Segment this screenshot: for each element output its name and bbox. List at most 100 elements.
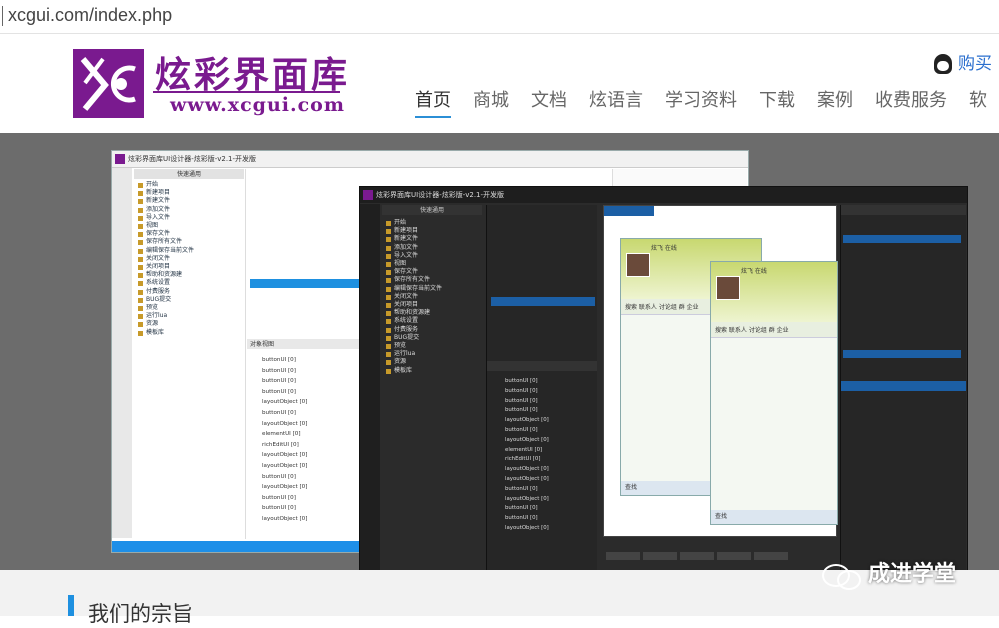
tree-item: 模板库	[134, 329, 242, 337]
tab	[680, 552, 714, 560]
object-item: buttonUI [0]	[505, 505, 538, 512]
tree-item: 关闭文件	[382, 293, 482, 301]
object-item: buttonUI [0]	[505, 378, 538, 384]
object-item: richEditUI [0]	[505, 456, 541, 463]
toolbox-header	[841, 205, 966, 215]
tree-item: BUG提交	[382, 334, 482, 342]
nav-item-download[interactable]: 下载	[759, 86, 795, 112]
design-canvas: 炫飞 在线 搜索 联系人 讨论组 群 企业 查找 炫飞 在线 搜索 联系人 讨论…	[603, 205, 838, 537]
banner-carousel[interactable]: 炫彩界面库UI设计器-炫彩版-v2.1-开发版 快速通用 开始 新建项目 新建文…	[0, 133, 999, 572]
watermark: 成进学堂	[822, 556, 957, 590]
object-item: buttonUI [0]	[262, 505, 296, 512]
object-item: layoutObject [0]	[505, 417, 549, 424]
object-item: buttonUI [0]	[505, 485, 538, 492]
chat-header: 炫飞 在线	[711, 262, 837, 322]
object-item: layoutObject [0]	[505, 524, 549, 531]
window-title: 炫彩界面库UI设计器-炫彩版-v2.1-开发版	[112, 151, 748, 168]
tab	[606, 552, 640, 560]
tree-item: 保存所有文件	[134, 238, 242, 246]
tree-item: 保存所有文件	[382, 276, 482, 284]
carousel-dot-3[interactable]	[677, 515, 688, 526]
tree-item: 视图	[134, 222, 242, 230]
nav-item-software[interactable]: 软	[969, 86, 987, 112]
section-heading: 我们的宗旨	[88, 602, 193, 626]
object-item: buttonUI [0]	[505, 407, 538, 414]
chat-tabs: 搜索 联系人 讨论组 群 企业	[711, 322, 837, 338]
panel-header: 快速通用	[134, 169, 244, 179]
carousel-dot-1[interactable]	[645, 515, 656, 526]
buy-link[interactable]: 购买	[934, 49, 992, 74]
object-item: buttonUI [0]	[505, 397, 538, 404]
tree-item: 新建文件	[134, 197, 242, 205]
toolbox-panel	[840, 205, 966, 571]
tree-item: 模板库	[382, 367, 482, 375]
nav-item-docs[interactable]: 文档	[531, 86, 567, 112]
object-item: layoutObject [0]	[505, 475, 549, 482]
tree-item: 添加文件	[134, 206, 242, 214]
side-toolbar	[360, 204, 380, 571]
tree-item: 编辑保存当前文件	[134, 247, 242, 255]
nav-item-home[interactable]: 首页	[415, 86, 451, 118]
nav-item-shop[interactable]: 商城	[473, 86, 509, 112]
object-item: layoutObject [0]	[505, 466, 549, 473]
project-panel: buttonUI [0] buttonUI [0] buttonUI [0] b…	[486, 205, 597, 571]
quick-tree: 开始 新建项目 新建文件 添加文件 导入文件 视图 保存文件 保存所有文件 编辑…	[382, 219, 482, 375]
object-view-header: 对象视图	[247, 339, 362, 349]
object-item: buttonUI [0]	[262, 378, 296, 385]
tree-item: 导入文件	[134, 214, 242, 222]
nav-item-language[interactable]: 炫语言	[589, 86, 643, 112]
logo-icon[interactable]	[73, 49, 144, 118]
avatar	[626, 253, 650, 277]
main-nav: 首页 商城 文档 炫语言 学习资料 下载 案例 收费服务软	[415, 86, 999, 118]
object-item: buttonUI [0]	[262, 357, 296, 363]
buy-label: 购买	[958, 54, 992, 74]
nav-item-cases[interactable]: 案例	[817, 86, 853, 112]
tab	[643, 552, 677, 560]
object-list: buttonUI [0] buttonUI [0] buttonUI [0] b…	[505, 377, 549, 534]
object-item: elementUI [0]	[262, 431, 301, 438]
tree-item: 付费服务	[134, 288, 242, 296]
object-item: elementUI [0]	[505, 446, 543, 453]
object-item: layoutObject [0]	[505, 495, 549, 502]
object-list: buttonUI [0] buttonUI [0] buttonUI [0] b…	[262, 355, 307, 525]
nav-item-learning[interactable]: 学习资料	[665, 86, 737, 112]
selected-row	[843, 350, 961, 358]
object-item: buttonUI [0]	[262, 409, 296, 416]
tree-item: 视图	[382, 260, 482, 268]
object-item: buttonUI [0]	[262, 473, 296, 480]
selected-row	[250, 279, 360, 288]
nav-item-paid-service[interactable]: 收费服务	[875, 86, 947, 112]
carousel-dot-2[interactable]	[661, 515, 672, 526]
tree-item: 资源	[382, 358, 482, 366]
chat-name: 炫飞 在线	[651, 245, 677, 252]
tab	[754, 552, 788, 560]
object-item: buttonUI [0]	[262, 388, 296, 395]
object-item: buttonUI [0]	[262, 367, 296, 374]
object-item: layoutObject [0]	[262, 399, 308, 406]
avatar	[716, 276, 740, 300]
tree-item: 系统设置	[382, 317, 482, 325]
panel-header: 快速通用	[382, 205, 482, 215]
url-text[interactable]: xcgui.com/index.php	[8, 5, 172, 26]
tree-item: 关闭项目	[382, 301, 482, 309]
layout-tab	[604, 206, 654, 216]
selected-row	[491, 297, 595, 306]
chat-name: 炫飞 在线	[741, 268, 767, 275]
toolbox-tabs	[841, 381, 966, 391]
object-item: buttonUI [0]	[262, 494, 296, 501]
bottom-tabs	[606, 545, 836, 560]
object-item: layoutObject [0]	[262, 452, 308, 459]
object-item: layoutObject [0]	[262, 484, 308, 491]
object-item: buttonUI [0]	[505, 426, 538, 433]
object-item: layoutObject [0]	[262, 462, 308, 469]
object-view-header	[487, 361, 597, 371]
watermark-text: 成进学堂	[868, 562, 957, 587]
tree-item: 关闭项目	[134, 263, 242, 271]
object-item: layoutObject [0]	[505, 436, 549, 443]
tree-item: 添加文件	[382, 244, 482, 252]
quick-tree: 开始 新建项目 新建文件 添加文件 导入文件 视图 保存文件 保存所有文件 编辑…	[134, 181, 242, 337]
tree-item: 资源	[134, 320, 242, 328]
tab	[717, 552, 751, 560]
address-bar[interactable]: xcgui.com/index.php	[0, 0, 999, 34]
site-header: 炫彩界面库 www.xcgui.com 购买 首页 商城 文档 炫语言 学习资料 下载 案例…	[0, 34, 999, 132]
